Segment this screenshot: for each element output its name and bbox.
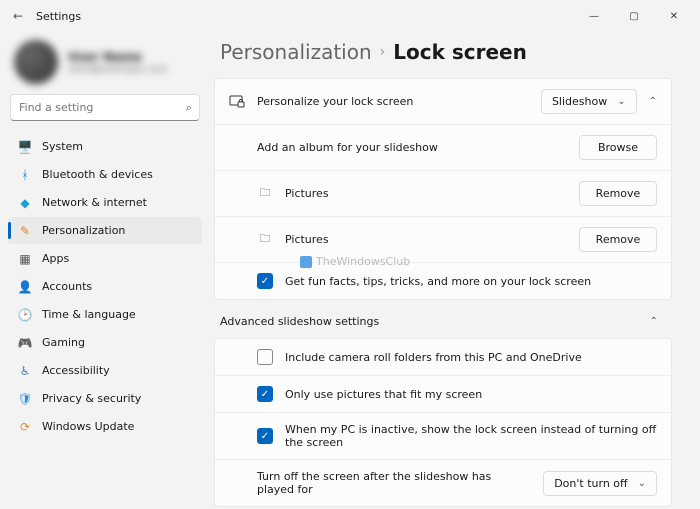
search-icon: ⌕ xyxy=(186,101,192,115)
sidebar-item-label: Bluetooth & devices xyxy=(42,168,153,181)
avatar xyxy=(14,40,58,84)
folder-icon: 🗀 xyxy=(257,232,273,248)
nav-icon: 🕑 xyxy=(18,308,32,322)
sidebar-item-label: Apps xyxy=(42,252,69,265)
window-title: Settings xyxy=(36,10,81,23)
inactive-label: When my PC is inactive, show the lock sc… xyxy=(285,423,657,449)
sidebar-item-bluetooth-devices[interactable]: ᚼ Bluetooth & devices xyxy=(8,161,202,188)
fit-row[interactable]: ✓ Only use pictures that fit my screen xyxy=(215,375,671,412)
advanced-panel: Include camera roll folders from this PC… xyxy=(214,338,672,507)
remove-button[interactable]: Remove xyxy=(579,227,657,252)
breadcrumb-current: Lock screen xyxy=(393,40,527,64)
chevron-right-icon: › xyxy=(380,44,386,60)
nav-icon: 🖥️ xyxy=(18,140,32,154)
chevron-down-icon: ⌄ xyxy=(617,96,625,107)
sidebar-item-label: Privacy & security xyxy=(42,392,141,405)
remove-button[interactable]: Remove xyxy=(579,181,657,206)
sidebar-item-network-internet[interactable]: ◆ Network & internet xyxy=(8,189,202,216)
nav-icon: 🎮 xyxy=(18,336,32,350)
advanced-header-row[interactable]: Advanced slideshow settings ⌃ xyxy=(214,303,672,338)
personalize-row[interactable]: Personalize your lock screen Slideshow ⌄… xyxy=(215,79,671,124)
personalize-panel: Personalize your lock screen Slideshow ⌄… xyxy=(214,78,672,300)
sidebar-item-accessibility[interactable]: ♿ Accessibility xyxy=(8,357,202,384)
fun-facts-checkbox[interactable]: ✓ xyxy=(257,273,273,289)
lock-screen-icon xyxy=(229,94,245,110)
sidebar-item-windows-update[interactable]: ⟳ Windows Update xyxy=(8,413,202,440)
camera-roll-checkbox[interactable] xyxy=(257,349,273,365)
sidebar-item-personalization[interactable]: ✎ Personalization xyxy=(8,217,202,244)
fun-facts-label: Get fun facts, tips, tricks, and more on… xyxy=(285,275,657,288)
album-row-0: 🗀 Pictures Remove xyxy=(215,170,671,216)
breadcrumb-parent[interactable]: Personalization xyxy=(220,40,372,64)
album-name: Pictures xyxy=(285,187,567,200)
fit-checkbox[interactable]: ✓ xyxy=(257,386,273,402)
inactive-checkbox[interactable]: ✓ xyxy=(257,428,273,444)
chevron-down-icon: ⌄ xyxy=(638,478,646,489)
fun-facts-row[interactable]: ✓ Get fun facts, tips, tricks, and more … xyxy=(215,262,671,299)
camera-roll-row[interactable]: Include camera roll folders from this PC… xyxy=(215,339,671,375)
sidebar-item-label: Personalization xyxy=(42,224,125,237)
nav-icon: 👤 xyxy=(18,280,32,294)
camera-roll-label: Include camera roll folders from this PC… xyxy=(285,351,657,364)
content-area: Personalization › Lock screen Personaliz… xyxy=(210,32,700,509)
browse-button[interactable]: Browse xyxy=(579,135,657,160)
profile-email: user@example.com xyxy=(68,64,167,75)
maximize-button[interactable]: ▢ xyxy=(616,4,652,28)
album-row-1: 🗀 Pictures Remove xyxy=(215,216,671,262)
search-input[interactable] xyxy=(10,94,200,121)
album-name: Pictures xyxy=(285,233,567,246)
sidebar-item-label: Windows Update xyxy=(42,420,134,433)
sidebar-item-system[interactable]: 🖥️ System xyxy=(8,133,202,160)
close-button[interactable]: ✕ xyxy=(656,4,692,28)
sidebar-item-time-language[interactable]: 🕑 Time & language xyxy=(8,301,202,328)
nav-list: 🖥️ System ᚼ Bluetooth & devices ◆ Network & i… xyxy=(8,133,202,440)
turn-off-label: Turn off the screen after the slideshow … xyxy=(257,470,531,496)
sidebar-item-privacy-security[interactable]: 🛡 Privacy & security xyxy=(8,385,202,412)
chevron-up-icon[interactable]: ⌃ xyxy=(649,96,657,107)
fit-label: Only use pictures that fit my screen xyxy=(285,388,657,401)
turn-off-row: Turn off the screen after the slideshow … xyxy=(215,459,671,506)
window-controls: — ▢ ✕ xyxy=(576,4,692,28)
minimize-button[interactable]: — xyxy=(576,4,612,28)
add-album-row: Add an album for your slideshow Browse xyxy=(215,124,671,170)
inactive-row[interactable]: ✓ When my PC is inactive, show the lock … xyxy=(215,412,671,459)
sidebar-item-accounts[interactable]: 👤 Accounts xyxy=(8,273,202,300)
nav-icon: ᚼ xyxy=(18,168,32,182)
profile-name: User Name xyxy=(68,50,167,64)
sidebar-item-label: System xyxy=(42,140,83,153)
nav-icon: ⟳ xyxy=(18,420,32,434)
nav-icon: ♿ xyxy=(18,364,32,378)
sidebar-item-label: Accounts xyxy=(42,280,92,293)
nav-icon: ✎ xyxy=(18,224,32,238)
add-album-label: Add an album for your slideshow xyxy=(257,141,567,154)
sidebar: User Name user@example.com ⌕ 🖥️ System ᚼ Bl… xyxy=(0,32,210,509)
advanced-header: Advanced slideshow settings xyxy=(220,315,379,328)
turn-off-select[interactable]: Don't turn off ⌄ xyxy=(543,471,657,496)
search-box[interactable]: ⌕ xyxy=(10,94,200,121)
sidebar-item-gaming[interactable]: 🎮 Gaming xyxy=(8,329,202,356)
main-layout: User Name user@example.com ⌕ 🖥️ System ᚼ Bl… xyxy=(0,32,700,509)
sidebar-item-label: Accessibility xyxy=(42,364,110,377)
nav-icon: ▦ xyxy=(18,252,32,266)
profile-block[interactable]: User Name user@example.com xyxy=(8,38,202,94)
sidebar-item-label: Time & language xyxy=(42,308,136,321)
nav-icon: 🛡 xyxy=(18,392,32,406)
personalize-select[interactable]: Slideshow ⌄ xyxy=(541,89,637,114)
folder-icon: 🗀 xyxy=(257,186,273,202)
title-bar: ← Settings — ▢ ✕ xyxy=(0,0,700,32)
chevron-up-icon: ⌃ xyxy=(650,316,658,327)
breadcrumb: Personalization › Lock screen xyxy=(214,32,672,78)
back-button[interactable]: ← xyxy=(8,6,28,26)
sidebar-item-label: Gaming xyxy=(42,336,85,349)
sidebar-item-apps[interactable]: ▦ Apps xyxy=(8,245,202,272)
nav-icon: ◆ xyxy=(18,196,32,210)
sidebar-item-label: Network & internet xyxy=(42,196,147,209)
personalize-label: Personalize your lock screen xyxy=(257,95,529,108)
